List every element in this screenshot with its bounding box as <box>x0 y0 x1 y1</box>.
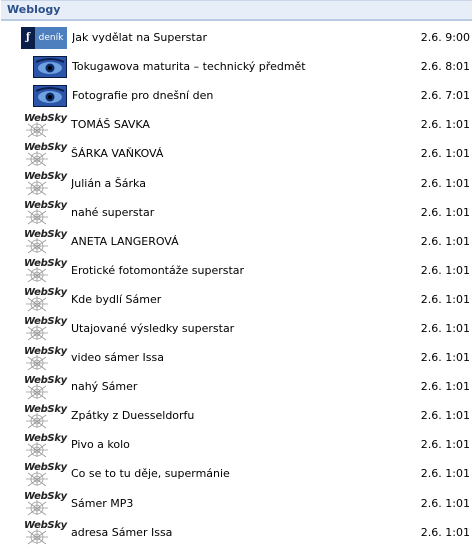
entry-date: 2.6. 1:01 <box>420 118 470 132</box>
entry-date: 2.6. 1:01 <box>420 351 470 365</box>
websky-icon: WebSky <box>24 461 67 487</box>
entry-date: 2.6. 1:01 <box>420 438 470 452</box>
weblog-entry[interactable]: Tokugawova maturita – technický předmět 2… <box>1 52 472 81</box>
weblog-entry[interactable]: WebSky Utajované výsledky superstar 2.6. … <box>1 314 472 343</box>
entry-title-link[interactable]: nahé superstar <box>71 206 410 219</box>
entry-date: 2.6. 1:01 <box>420 205 470 219</box>
entry-date: 2.6. 1:01 <box>420 292 470 306</box>
entry-title-link[interactable]: Utajované výsledky superstar <box>71 322 410 335</box>
entry-date: 2.6. 1:01 <box>420 176 470 190</box>
entry-title-link[interactable]: Co se to tu děje, supermánie <box>71 467 410 480</box>
entry-title-link[interactable]: Sámer MP3 <box>71 497 410 510</box>
websky-icon: WebSky <box>24 257 67 283</box>
entry-title-link[interactable]: adresa Sámer Issa <box>71 526 410 539</box>
weblog-entry[interactable]: WebSky Erotické fotomontáže superstar 2.6… <box>1 256 472 285</box>
entry-title-link[interactable]: Zpátky z Duesseldorfu <box>71 409 410 422</box>
websky-icon: WebSky <box>24 490 67 516</box>
entry-date: 2.6. 1:01 <box>420 496 470 510</box>
entry-title-link[interactable]: Erotické fotomontáže superstar <box>71 264 410 277</box>
entry-date: 2.6. 1:01 <box>420 380 470 394</box>
entry-title-link[interactable]: Jak vydělat na Superstar <box>72 31 410 44</box>
entry-title-link[interactable]: video sámer Issa <box>71 351 410 364</box>
entry-date: 2.6. 1:01 <box>420 321 470 335</box>
entry-date: 2.6. 7:01 <box>420 89 470 103</box>
entry-title-link[interactable]: ANETA LANGEROVÁ <box>71 235 410 248</box>
websky-icon: WebSky <box>24 228 67 254</box>
photo-icon <box>33 55 67 78</box>
weblog-entry[interactable]: WebSky adresa Sámer Issa 2.6. 1:01 <box>1 518 472 547</box>
weblog-entry[interactable]: WebSky TOMÁŠ SAVKA 2.6. 1:01 <box>1 110 472 139</box>
weblog-entry[interactable]: WebSky Kde bydlí Sámer 2.6. 1:01 <box>1 285 472 314</box>
websky-icon: WebSky <box>24 345 67 371</box>
entry-date: 2.6. 1:01 <box>420 467 470 481</box>
entry-date: 2.6. 8:01 <box>420 60 470 74</box>
entry-title-link[interactable]: Julián a Šárka <box>71 177 410 190</box>
weblogy-panel: Weblogy ƒ deník Jak vydělat na Superstar 2… <box>1 0 472 547</box>
entry-title-link[interactable]: Kde bydlí Sámer <box>71 293 410 306</box>
weblog-list: ƒ deník Jak vydělat na Superstar 2.6. 9:00… <box>1 23 472 547</box>
entry-date: 2.6. 1:01 <box>420 147 470 161</box>
websky-icon: WebSky <box>24 170 67 196</box>
websky-icon: WebSky <box>24 403 67 429</box>
entry-date: 2.6. 1:01 <box>420 409 470 423</box>
weblog-entry[interactable]: WebSky Sámer MP3 2.6. 1:01 <box>1 489 472 518</box>
weblog-entry[interactable]: WebSky Zpátky z Duesseldorfu 2.6. 1:01 <box>1 401 472 430</box>
panel-header: Weblogy <box>1 0 472 21</box>
weblog-entry[interactable]: Fotografie pro dnešní den 2.6. 7:01 <box>1 81 472 110</box>
entry-date: 2.6. 1:01 <box>420 234 470 248</box>
entry-date: 2.6. 9:00 <box>420 31 470 45</box>
weblog-entry[interactable]: WebSky Julián a Šárka 2.6. 1:01 <box>1 168 472 197</box>
entry-date: 2.6. 1:01 <box>420 525 470 539</box>
websky-icon: WebSky <box>24 432 67 458</box>
panel-title: Weblogy <box>7 3 61 16</box>
weblog-entry[interactable]: WebSky nahý Sámer 2.6. 1:01 <box>1 372 472 401</box>
websky-icon: WebSky <box>24 519 67 545</box>
websky-icon: WebSky <box>24 374 67 400</box>
weblog-entry[interactable]: WebSky Pivo a kolo 2.6. 1:01 <box>1 430 472 459</box>
denik-icon: ƒ deník <box>21 26 67 49</box>
entry-title-link[interactable]: TOMÁŠ SAVKA <box>71 118 410 131</box>
weblog-entry[interactable]: WebSky video sámer Issa 2.6. 1:01 <box>1 343 472 372</box>
weblog-entry[interactable]: WebSky nahé superstar 2.6. 1:01 <box>1 198 472 227</box>
weblog-entry[interactable]: WebSky ANETA LANGEROVÁ 2.6. 1:01 <box>1 227 472 256</box>
weblog-entry[interactable]: WebSky Co se to tu děje, supermánie 2.6. … <box>1 459 472 488</box>
entry-title-link[interactable]: Fotografie pro dnešní den <box>72 89 410 102</box>
entry-title-link[interactable]: Tokugawova maturita – technický předmět <box>72 60 410 73</box>
entry-title-link[interactable]: ŠÁRKA VAŇKOVÁ <box>71 147 410 160</box>
websky-icon: WebSky <box>24 286 67 312</box>
entry-title-link[interactable]: nahý Sámer <box>71 380 410 393</box>
websky-icon: WebSky <box>24 315 67 341</box>
websky-icon: WebSky <box>24 112 67 138</box>
entry-date: 2.6. 1:01 <box>420 263 470 277</box>
websky-icon: WebSky <box>24 141 67 167</box>
weblog-entry[interactable]: ƒ deník Jak vydělat na Superstar 2.6. 9:00 <box>1 23 472 52</box>
websky-icon: WebSky <box>24 199 67 225</box>
photo-icon <box>33 84 67 107</box>
entry-title-link[interactable]: Pivo a kolo <box>71 438 410 451</box>
weblog-entry[interactable]: WebSky ŠÁRKA VAŇKOVÁ 2.6. 1:01 <box>1 139 472 168</box>
